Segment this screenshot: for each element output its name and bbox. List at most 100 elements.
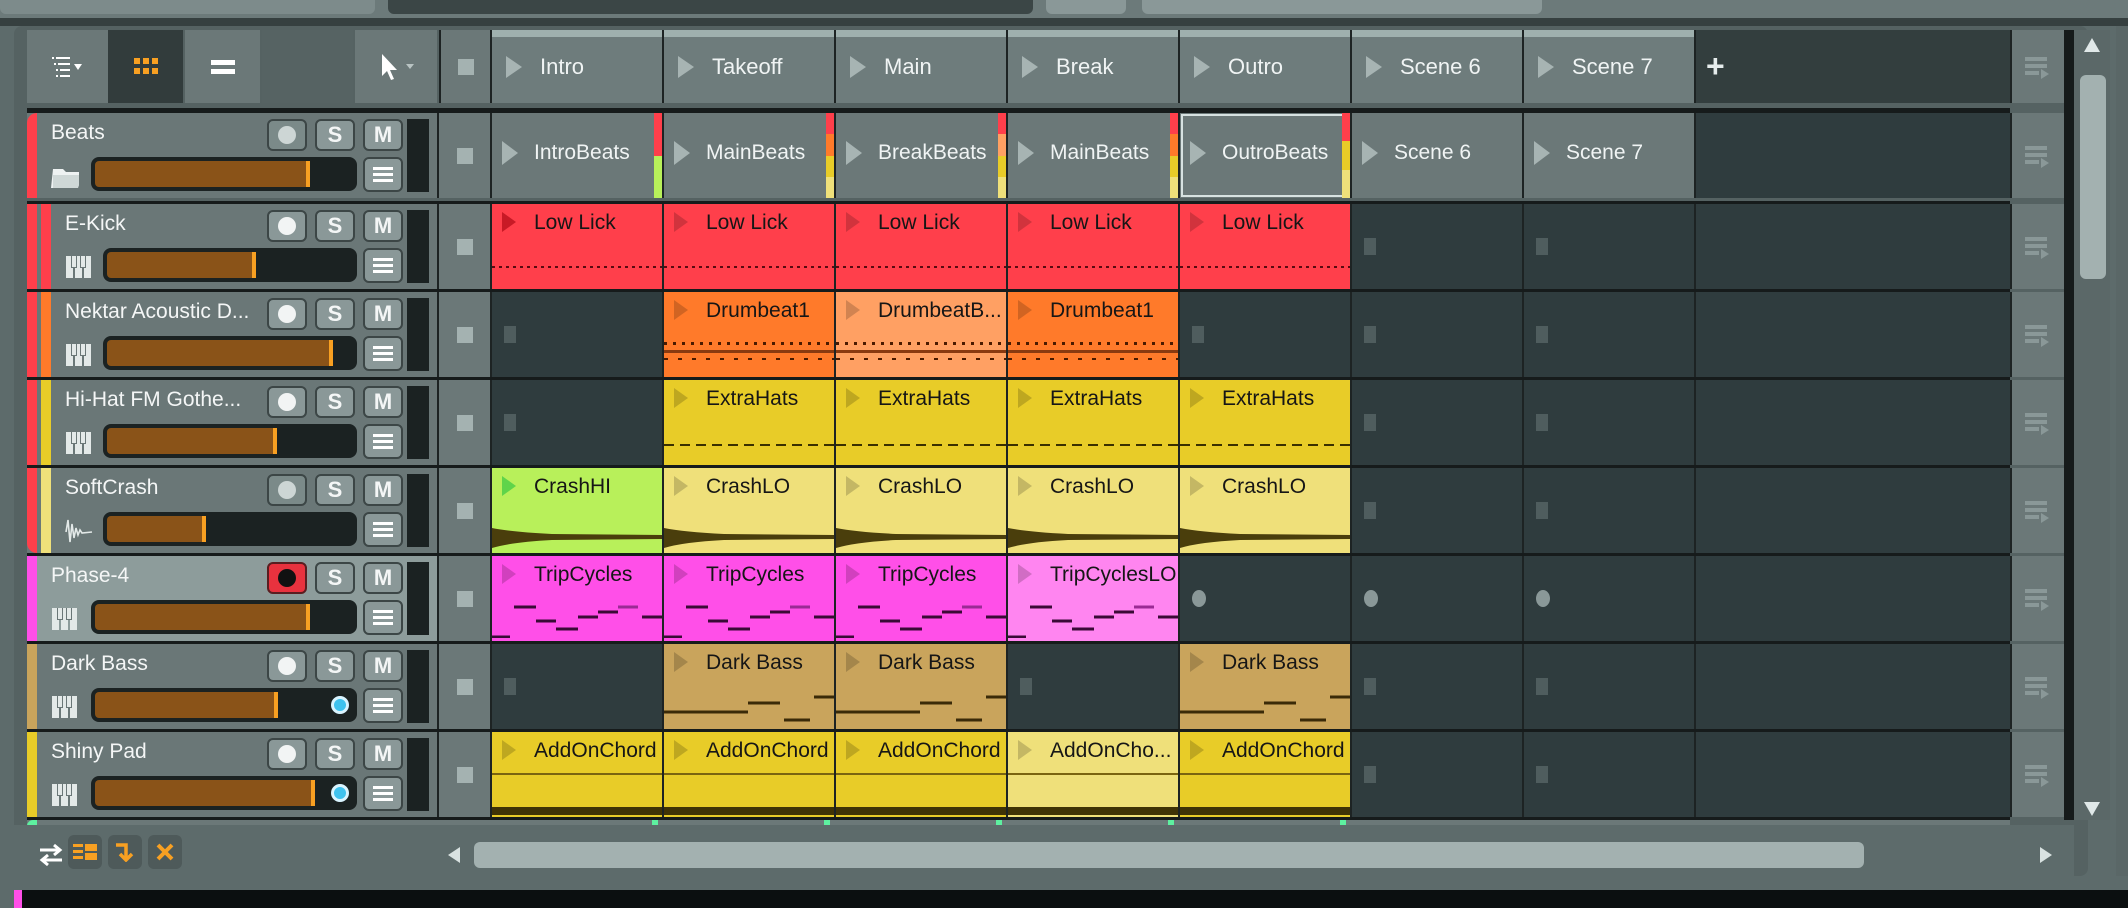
- clip-slot[interactable]: [1350, 644, 1522, 729]
- play-icon[interactable]: [1190, 212, 1204, 232]
- play-icon[interactable]: [674, 652, 688, 672]
- track-launch-list-button[interactable]: [2010, 292, 2064, 377]
- track-name[interactable]: Dark Bass: [51, 652, 148, 676]
- scene-play-icon[interactable]: [1366, 55, 1382, 78]
- clip[interactable]: AddOnChord: [836, 732, 1006, 817]
- clip[interactable]: CrashLO: [664, 468, 834, 553]
- clip-slot[interactable]: Low Lick: [490, 204, 662, 289]
- clip[interactable]: CrashLO: [1008, 468, 1178, 553]
- play-icon[interactable]: [1190, 652, 1204, 672]
- play-icon[interactable]: [674, 476, 688, 496]
- clip-slot[interactable]: MainBeats: [1006, 113, 1178, 198]
- track-header[interactable]: Shiny Pad S M: [27, 732, 437, 817]
- empty-slot-stop-icon[interactable]: [1364, 678, 1376, 695]
- play-icon[interactable]: [1018, 476, 1032, 496]
- track-menu-button[interactable]: [363, 776, 403, 811]
- volume-fader[interactable]: [103, 512, 357, 546]
- clip[interactable]: TripCyclesLO: [1008, 556, 1178, 641]
- track-menu-button[interactable]: [363, 424, 403, 459]
- clip[interactable]: AddOnChord: [492, 732, 662, 817]
- record-slot-icon[interactable]: [1536, 590, 1550, 607]
- play-icon[interactable]: [846, 300, 860, 320]
- empty-slot-stop-icon[interactable]: [1536, 414, 1548, 431]
- empty-slot-stop-icon[interactable]: [1536, 502, 1548, 519]
- clip-slot[interactable]: [1522, 468, 1694, 553]
- clip[interactable]: Low Lick: [1008, 204, 1178, 289]
- play-icon[interactable]: [1534, 141, 1550, 165]
- clip-slot[interactable]: TripCyclesLO: [1006, 556, 1178, 641]
- solo-button[interactable]: S: [315, 298, 355, 330]
- clip-slot[interactable]: [1350, 556, 1522, 641]
- group-clip[interactable]: OutroBeats: [1180, 113, 1350, 198]
- clip-slot[interactable]: Dark Bass: [1178, 644, 1350, 729]
- clip[interactable]: TripCycles: [492, 556, 662, 641]
- group-clip[interactable]: BreakBeats: [836, 113, 1006, 198]
- solo-button[interactable]: S: [315, 474, 355, 506]
- clip-slot[interactable]: CrashLO: [834, 468, 1006, 553]
- track-stop-button[interactable]: [437, 644, 490, 729]
- scene-header-4[interactable]: Break: [1006, 30, 1178, 103]
- scroll-left-arrow-icon[interactable]: [448, 847, 460, 863]
- clip[interactable]: ExtraHats: [1008, 380, 1178, 465]
- clip[interactable]: ExtraHats: [836, 380, 1006, 465]
- solo-button[interactable]: S: [315, 119, 355, 151]
- track-header[interactable]: Hi-Hat FM Gothe... S M: [27, 380, 437, 465]
- clip[interactable]: CrashLO: [836, 468, 1006, 553]
- group-clip[interactable]: Scene 6: [1352, 113, 1522, 198]
- clip[interactable]: AddOnCho...: [1008, 732, 1178, 817]
- play-icon[interactable]: [1190, 141, 1206, 165]
- clip-slot[interactable]: Dark Bass: [662, 644, 834, 729]
- pointer-tool-button[interactable]: [355, 30, 437, 103]
- track-menu-button[interactable]: [363, 336, 403, 371]
- scene-play-icon[interactable]: [1538, 55, 1554, 78]
- scene-play-icon[interactable]: [678, 55, 694, 78]
- play-icon[interactable]: [674, 388, 688, 408]
- clip-slot[interactable]: [1522, 204, 1694, 289]
- clip-slot[interactable]: ExtraHats: [1178, 380, 1350, 465]
- mute-button[interactable]: M: [363, 474, 403, 506]
- clip-slot[interactable]: [1522, 292, 1694, 377]
- scene-header-6[interactable]: Scene 6: [1350, 30, 1522, 103]
- volume-fader[interactable]: [103, 248, 357, 282]
- track-menu-button[interactable]: [363, 512, 403, 547]
- play-icon[interactable]: [846, 388, 860, 408]
- single-view-button[interactable]: [185, 30, 260, 103]
- track-launch-list-button[interactable]: [2010, 113, 2064, 198]
- clip-slot[interactable]: MainBeats: [662, 113, 834, 198]
- play-icon[interactable]: [502, 476, 516, 496]
- scene-play-icon[interactable]: [1194, 55, 1210, 78]
- play-icon[interactable]: [1018, 740, 1032, 760]
- add-scene-button[interactable]: +: [1694, 30, 2010, 103]
- clip-slot[interactable]: [1006, 644, 1178, 729]
- empty-slot-stop-icon[interactable]: [1536, 326, 1548, 343]
- clip-slot[interactable]: Drumbeat1: [662, 292, 834, 377]
- track-list-menu-button[interactable]: [27, 30, 108, 103]
- clip-slot[interactable]: Scene 7: [1522, 113, 1694, 198]
- scroll-right-arrow-icon[interactable]: [2040, 847, 2052, 863]
- swap-button[interactable]: [36, 841, 66, 869]
- mute-button[interactable]: M: [363, 119, 403, 151]
- track-menu-button[interactable]: [363, 157, 403, 192]
- clip-slot[interactable]: TripCycles: [834, 556, 1006, 641]
- clip-slot[interactable]: Low Lick: [662, 204, 834, 289]
- horizontal-scrollbar-thumb[interactable]: [474, 842, 1864, 868]
- clip[interactable]: Dark Bass: [1180, 644, 1350, 729]
- clip-slot[interactable]: CrashLO: [1178, 468, 1350, 553]
- vertical-scrollbar-track[interactable]: [2074, 30, 2110, 820]
- clip[interactable]: TripCycles: [664, 556, 834, 641]
- volume-fader[interactable]: [91, 600, 357, 634]
- record-arm-button[interactable]: [267, 386, 307, 418]
- play-icon[interactable]: [846, 141, 862, 165]
- track-stop-button[interactable]: [437, 732, 490, 817]
- play-icon[interactable]: [1018, 300, 1032, 320]
- clip-slot[interactable]: Scene 6: [1350, 113, 1522, 198]
- track-name[interactable]: Shiny Pad: [51, 740, 147, 764]
- clip-slot[interactable]: [1350, 468, 1522, 553]
- clip-slot[interactable]: Low Lick: [834, 204, 1006, 289]
- volume-fader[interactable]: [91, 776, 357, 810]
- clip-slot[interactable]: BreakBeats: [834, 113, 1006, 198]
- scene-play-icon[interactable]: [506, 55, 522, 78]
- clip-slot[interactable]: IntroBeats: [490, 113, 662, 198]
- track-header[interactable]: Beats S M: [27, 113, 437, 198]
- clip-launcher-layout-button[interactable]: [68, 835, 102, 869]
